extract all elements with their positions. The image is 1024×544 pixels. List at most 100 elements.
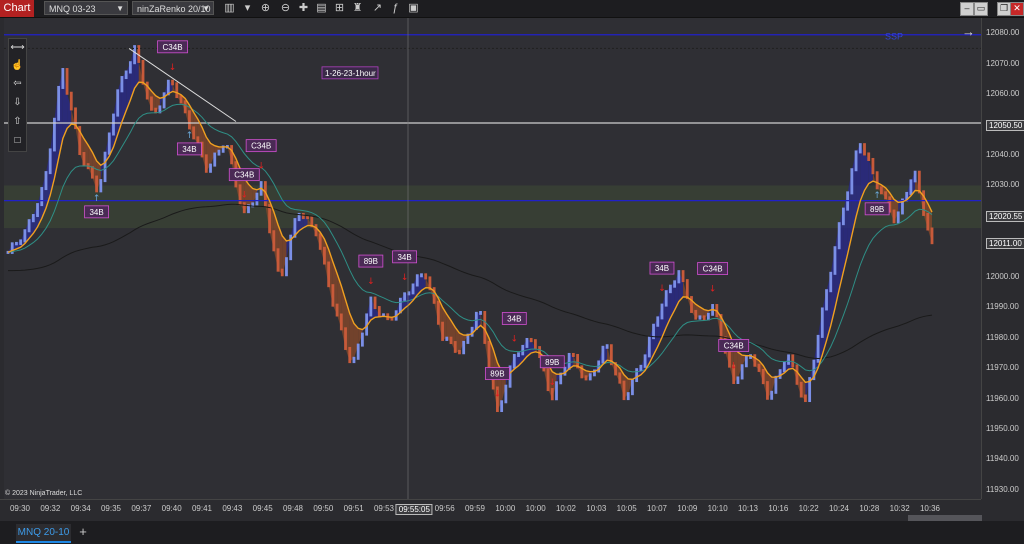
renko-bar — [23, 229, 27, 243]
signal-label: 34B — [507, 314, 521, 323]
renko-bar — [647, 336, 651, 358]
drawing-toolbar: ⟷ ☝ ⇦ ⇩ ⇧ □ — [8, 38, 27, 152]
add-tab-button[interactable]: + — [76, 524, 90, 541]
price-tick-label: 12011.00 — [986, 238, 1024, 250]
bar-type-selector[interactable]: ninZaRenko 20/10 ▼ — [132, 1, 214, 15]
renko-bar — [639, 364, 643, 372]
signal-arrow-icon: ↓ — [658, 284, 666, 294]
pointer-icon[interactable]: ☝ — [9, 57, 26, 74]
time-tick-label: 10:03 — [586, 504, 607, 513]
horizontal-line-icon[interactable]: ⟷ — [9, 39, 26, 56]
renko-bar — [449, 336, 453, 345]
renko-bar — [643, 354, 647, 368]
renko-bar — [323, 246, 326, 265]
renko-bar — [622, 380, 626, 401]
strategies-icon[interactable]: ♜ — [350, 1, 365, 15]
renko-bar — [791, 354, 795, 368]
rectangle-icon[interactable]: □ — [9, 132, 26, 149]
renko-bar — [445, 336, 449, 341]
signal-arrow-icon: ↓ — [730, 361, 738, 371]
signal-arrow-icon: ↓ — [401, 273, 409, 283]
renko-bar — [361, 332, 364, 347]
time-tick-label: 10:00 — [495, 504, 516, 513]
arrow-left-icon[interactable]: ⇦ — [9, 75, 26, 92]
time-tick-label: 09:32 — [40, 504, 61, 513]
top-toolbar: Chart MNQ 03-23 ▼ ninZaRenko 20/10 ▼ ▥ ▾… — [0, 0, 1024, 18]
fast-moving-average — [7, 81, 933, 384]
chevron-down-icon: ▼ — [116, 4, 124, 13]
renko-bar — [268, 204, 271, 234]
renko-bar — [314, 224, 318, 237]
renko-bar — [272, 230, 276, 252]
properties-icon[interactable]: ▤ — [314, 1, 329, 15]
indicators-icon[interactable]: ƒ — [388, 1, 403, 15]
bar-chart-icon[interactable]: ▥ — [222, 1, 237, 15]
bar-style-icon[interactable]: ▾ — [240, 1, 255, 15]
renko-bar — [120, 76, 124, 93]
zoom-out-icon[interactable]: ⊖ — [278, 1, 293, 15]
renko-bar — [757, 363, 761, 372]
renko-bar — [403, 292, 407, 301]
signal-label: 89B — [490, 370, 504, 379]
renko-bar — [242, 202, 246, 214]
renko-bar — [57, 85, 61, 121]
signal-arrow-icon: ↓ — [549, 378, 557, 388]
tile-button[interactable]: ▭ — [974, 2, 988, 16]
renko-bar — [867, 152, 871, 161]
signal-label: 34B — [89, 208, 103, 217]
signal-arrow-icon: ↑ — [93, 194, 101, 204]
time-tick-label: 09:53 — [373, 504, 395, 513]
renko-bar — [27, 219, 31, 233]
screenshot-icon[interactable]: ▣ — [406, 1, 421, 15]
chart-plot-area[interactable]: SSP 1-26-23-1hour 34B ↑ 34B ↑ C34B ↓ C34B ↓ C34B ↓ 8… — [4, 18, 981, 499]
arrow-down-icon[interactable]: ⇩ — [9, 94, 26, 111]
signal-arrow-icon: ↑ — [873, 191, 881, 201]
arrow-right-icon[interactable]: → — [962, 24, 975, 39]
price-chart[interactable]: SSP1-26-23-1hour34B↑34B↑C34B↓C34B↓C34B↓8… — [4, 18, 981, 499]
renko-bar — [833, 246, 837, 275]
renko-bar — [339, 313, 343, 331]
time-tick-label: 09:35 — [100, 504, 122, 513]
price-axis[interactable]: 12080.00 12070.00 12060.00 12050.50 12040.00… — [981, 18, 1024, 499]
time-tick-label: 10:10 — [707, 504, 728, 513]
renko-bar — [285, 257, 288, 277]
signal-label: 89B — [364, 257, 378, 266]
signal-arrow-icon: ↓ — [241, 191, 249, 201]
renko-bar — [917, 170, 921, 194]
price-tick-label: 11950.00 — [986, 423, 1019, 433]
signal-label: C34B — [234, 171, 254, 180]
renko-bar — [230, 145, 234, 165]
chart-tab-mnq[interactable]: MNQ 20-10 — [16, 524, 71, 543]
close-button[interactable]: ✕ — [1010, 2, 1024, 16]
price-tick-label: 12060.00 — [986, 89, 1020, 99]
renko-bar — [82, 152, 86, 167]
renko-bar — [99, 179, 103, 193]
restore-button[interactable]: ❐ — [997, 2, 1011, 16]
price-tick-label: 12070.00 — [986, 58, 1020, 68]
time-axis[interactable]: 09:30 09:32 09:34 09:35 09:37 09:40 09:41 09:43… — [0, 499, 981, 518]
drawing-tool-icon[interactable]: ↗ — [370, 1, 385, 15]
renko-bar — [863, 143, 866, 156]
chart-title-tab[interactable]: Chart — [0, 0, 34, 17]
arrow-up-icon[interactable]: ⇧ — [9, 113, 26, 130]
renko-bar — [474, 311, 478, 330]
time-tick-label: 10:07 — [646, 504, 668, 513]
renko-bar — [550, 388, 554, 401]
data-box-icon[interactable]: ⊞ — [332, 1, 347, 15]
price-tick-label: 12040.00 — [986, 149, 1020, 159]
renko-bar — [36, 203, 39, 218]
crosshair-icon[interactable]: ✚ — [296, 1, 311, 15]
renko-bar — [61, 68, 65, 89]
zoom-in-icon[interactable]: ⊕ — [258, 1, 273, 15]
instrument-selector[interactable]: MNQ 03-23 ▼ — [44, 1, 128, 15]
renko-bar — [744, 355, 748, 368]
minimize-button[interactable]: – — [960, 2, 974, 16]
renko-bar — [500, 400, 504, 413]
renko-bar — [782, 361, 786, 373]
renko-bar — [44, 171, 48, 191]
renko-bar — [584, 375, 588, 381]
renko-bar — [799, 381, 803, 398]
renko-bar — [512, 353, 516, 369]
renko-bar — [690, 296, 693, 313]
renko-bar — [525, 337, 529, 348]
